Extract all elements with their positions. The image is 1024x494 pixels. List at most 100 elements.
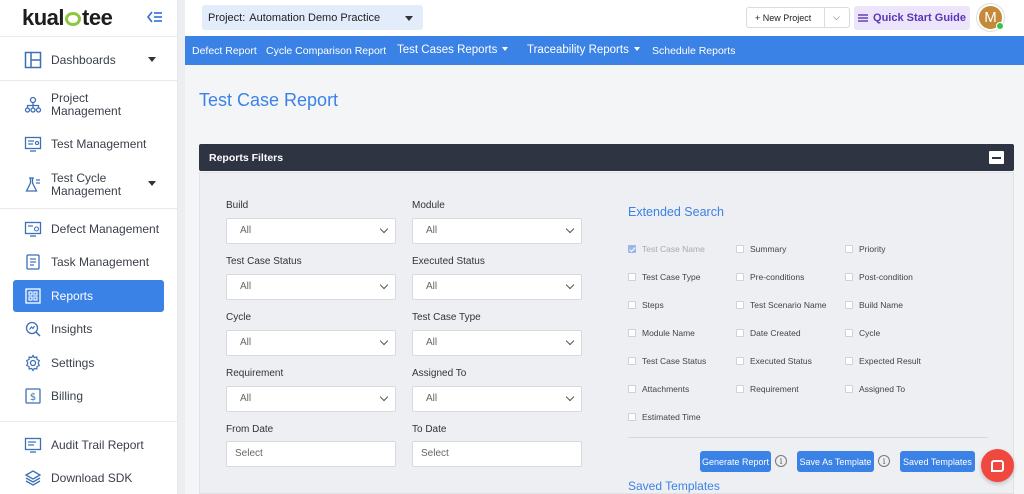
test-case-type-label: Test Case Type (412, 312, 481, 323)
cycle-select[interactable]: All (226, 330, 396, 356)
generate-report-button[interactable]: Generate Report (700, 451, 771, 472)
checkbox-box[interactable] (845, 329, 853, 337)
assigned-to-select[interactable]: All (412, 386, 582, 412)
avatar[interactable]: M (977, 4, 1004, 31)
info-icon[interactable]: i (878, 455, 890, 467)
chevron-down-icon[interactable]: ⌵ (833, 12, 840, 23)
checkbox-label: Test Case Name (642, 244, 705, 254)
checkbox-expected-result[interactable]: Expected Result (845, 356, 921, 366)
project-selector[interactable]: Project: Automation Demo Practice (202, 5, 423, 30)
checkbox-box[interactable] (628, 245, 636, 253)
checkbox-test-case-name[interactable]: Test Case Name (628, 244, 705, 254)
nav-defect-report[interactable]: Defect Report (192, 45, 257, 57)
checkbox-steps[interactable]: Steps (628, 300, 664, 310)
module-label: Module (412, 200, 445, 211)
sidebar-item-project-management[interactable]: Project Management (13, 88, 164, 122)
checkbox-box[interactable] (736, 245, 744, 253)
test-case-status-select[interactable]: All (226, 274, 396, 300)
saved-templates-button[interactable]: Saved Templates (900, 451, 975, 472)
nav-test-cases-reports[interactable]: Test Cases Reports (397, 44, 509, 56)
checkbox-box[interactable] (628, 385, 636, 393)
sidebar-item-test-cycle-management[interactable]: Test Cycle Management (13, 168, 164, 202)
checkbox-assigned-to[interactable]: Assigned To (845, 384, 905, 394)
assigned-to-label: Assigned To (412, 368, 467, 379)
checkbox-box[interactable] (845, 301, 853, 309)
checkbox-requirement[interactable]: Requirement (736, 384, 799, 394)
checkbox-date-created[interactable]: Date Created (736, 328, 801, 338)
list-icon (858, 14, 869, 22)
checkbox-box[interactable] (628, 413, 636, 421)
sidebar-item-billing[interactable]: $ Billing (13, 380, 164, 412)
sidebar-scrollbar[interactable] (178, 0, 185, 494)
checkbox-box[interactable] (628, 329, 636, 337)
checkbox-box[interactable] (736, 357, 744, 365)
nav-cycle-comparison-report[interactable]: Cycle Comparison Report (266, 45, 386, 57)
checkbox-box[interactable] (736, 329, 744, 337)
checkbox-attachments[interactable]: Attachments (628, 384, 689, 394)
checkbox-summary[interactable]: Summary (736, 244, 786, 254)
build-select[interactable]: All (226, 218, 396, 244)
sidebar-item-audit-trail-report[interactable]: Audit Trail Report (13, 429, 164, 461)
checkbox-estimated-time[interactable]: Estimated Time (628, 412, 701, 422)
sidebar-item-task-management[interactable]: Task Management (13, 246, 164, 278)
checkbox-label: Estimated Time (642, 412, 701, 422)
sidebar-item-reports[interactable]: Reports (13, 280, 164, 312)
checkbox-label: Priority (859, 244, 886, 254)
checkbox-box[interactable] (845, 245, 853, 253)
info-icon[interactable]: i (775, 455, 787, 467)
new-project-button[interactable]: + New Project ⌵ (746, 7, 850, 28)
sidebar-item-settings[interactable]: Settings (13, 347, 164, 379)
checkbox-box[interactable] (845, 385, 853, 393)
checkbox-pre-conditions[interactable]: Pre-conditions (736, 272, 804, 282)
chat-launcher-button[interactable] (981, 449, 1014, 482)
checkbox-executed-status[interactable]: Executed Status (736, 356, 812, 366)
sidebar-item-dashboards[interactable]: Dashboards (13, 44, 164, 76)
collapse-sidebar-icon[interactable] (146, 9, 164, 25)
checkbox-label: Module Name (642, 328, 695, 338)
test-case-type-select[interactable]: All (412, 330, 582, 356)
checkbox-module-name[interactable]: Module Name (628, 328, 695, 338)
nav-traceability-reports[interactable]: Traceability Reports (527, 44, 640, 56)
sidebar-item-insights[interactable]: Insights (13, 313, 164, 345)
kualitee-logo[interactable]: kual tee (22, 5, 113, 31)
minimize-icon[interactable] (989, 151, 1004, 164)
nav-label: Test Cases Reports (397, 44, 498, 56)
checkbox-priority[interactable]: Priority (845, 244, 885, 254)
checkbox-box[interactable] (736, 301, 744, 309)
checkbox-test-case-type[interactable]: Test Case Type (628, 272, 700, 282)
sidebar-item-label: Dashboards (51, 52, 116, 67)
nav-label: Schedule Reports (652, 45, 736, 57)
checkbox-box[interactable] (736, 273, 744, 281)
flask-icon (23, 175, 43, 195)
sidebar-item-label: Project Management (51, 91, 122, 118)
checkbox-build-name[interactable]: Build Name (845, 300, 903, 310)
checkbox-post-condition[interactable]: Post-condition (845, 272, 913, 282)
checkbox-label: Test Case Status (642, 356, 707, 366)
chevron-down-icon[interactable] (148, 181, 156, 186)
executed-status-select[interactable]: All (412, 274, 582, 300)
to-date-input[interactable]: Select (412, 441, 582, 467)
from-date-input[interactable]: Select (226, 441, 396, 467)
sidebar-item-download-sdk[interactable]: Download SDK (13, 462, 164, 494)
quick-start-guide-button[interactable]: Quick Start Guide (854, 6, 970, 30)
save-as-template-button[interactable]: Save As Template (797, 451, 874, 472)
avatar-initial: M (984, 9, 997, 26)
checkbox-box[interactable] (628, 273, 636, 281)
checkbox-box[interactable] (845, 357, 853, 365)
checkbox-box[interactable] (845, 273, 853, 281)
checkbox-box[interactable] (628, 301, 636, 309)
sidebar-item-test-management[interactable]: Test Management (13, 128, 164, 160)
select-value: All (426, 225, 438, 236)
checkbox-cycle[interactable]: Cycle (845, 328, 880, 338)
requirement-select[interactable]: All (226, 386, 396, 412)
checkbox-box[interactable] (736, 385, 744, 393)
nav-schedule-reports[interactable]: Schedule Reports (652, 45, 735, 57)
chevron-down-icon[interactable] (148, 57, 156, 62)
checkbox-test-scenario-name[interactable]: Test Scenario Name (736, 300, 827, 310)
module-select[interactable]: All (412, 218, 582, 244)
checkbox-test-case-status[interactable]: Test Case Status (628, 356, 706, 366)
sidebar-item-defect-management[interactable]: Defect Management (13, 213, 164, 245)
checkbox-box[interactable] (628, 357, 636, 365)
chevron-down-icon (565, 224, 575, 234)
logo-eye-icon (65, 12, 82, 26)
